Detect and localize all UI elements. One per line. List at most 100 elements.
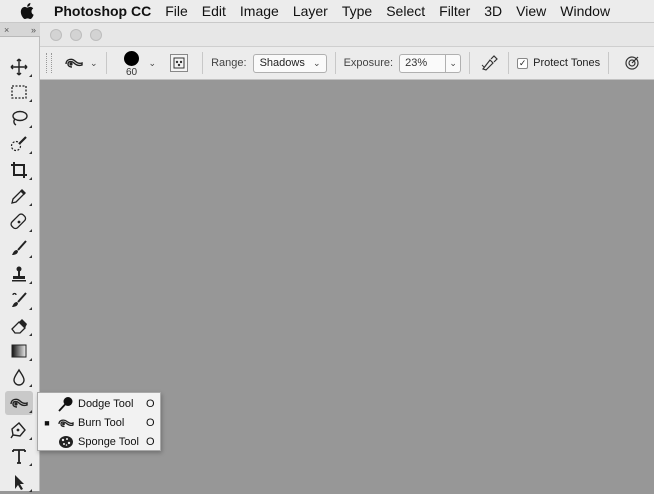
brush-tool[interactable] (5, 236, 33, 260)
blur-tool[interactable] (5, 365, 33, 389)
blur-icon (13, 368, 25, 386)
flyout-label: Sponge Tool (78, 435, 139, 448)
history-brush-icon (12, 292, 27, 307)
pressure-size-toggle[interactable] (621, 52, 643, 74)
history-brush-tool[interactable] (5, 288, 33, 312)
panel-collapse-button[interactable]: » (31, 25, 36, 35)
gradient-icon (11, 344, 27, 358)
menu-file[interactable]: File (165, 3, 202, 19)
tools-panel (0, 37, 40, 494)
document-titlebar (40, 23, 654, 47)
selected-bullet: ■ (44, 417, 50, 428)
brush-settings-panel-button[interactable] (170, 54, 189, 72)
eyedropper-icon (11, 189, 26, 204)
menu-layer[interactable]: Layer (293, 3, 342, 19)
divider (608, 52, 610, 74)
healing-brush-tool[interactable] (5, 210, 33, 234)
chevron-down-icon: ⌄ (90, 57, 98, 68)
apple-menu[interactable] (0, 0, 54, 22)
burn-tool-icon (58, 418, 74, 427)
burn-tool-icon (10, 398, 28, 408)
flyout-item-sponge-tool[interactable]: Sponge Tool O (38, 432, 160, 451)
apple-logo-icon (20, 3, 34, 19)
menu-filter[interactable]: Filter (439, 3, 484, 19)
crop-icon (11, 162, 27, 178)
divider (202, 52, 204, 74)
flyout-shortcut: O (146, 397, 155, 410)
flyout-shortcut: O (146, 416, 155, 429)
type-tool[interactable] (5, 444, 33, 468)
menu-image[interactable]: Image (240, 3, 293, 19)
brush-preset-picker[interactable]: 60 (119, 49, 145, 78)
airbrush-icon (481, 55, 498, 71)
chevron-down-icon: ⌄ (313, 57, 321, 68)
quick-selection-tool[interactable] (5, 132, 33, 156)
menu-edit[interactable]: Edit (202, 3, 240, 19)
move-tool[interactable] (5, 55, 33, 79)
pressure-target-icon (625, 56, 639, 70)
menu-window[interactable]: Window (560, 3, 624, 19)
window-minimize-button[interactable] (70, 28, 82, 41)
clone-stamp-tool[interactable] (5, 262, 33, 286)
sponge-tool-icon (59, 435, 73, 448)
options-bar: ⌄ 60 ⌄ Range: Shadows ⌄ Exposure: 23% ⌄ … (40, 47, 654, 80)
brush-tip-preview (124, 50, 140, 66)
protect-tones-checkbox[interactable]: ✓ Protect Tones (517, 57, 600, 69)
quick-selection-icon (10, 136, 27, 152)
menu-select[interactable]: Select (386, 3, 439, 19)
exposure-input[interactable]: 23% (399, 53, 446, 73)
divider (508, 52, 510, 74)
lasso-tool[interactable] (5, 106, 33, 130)
eraser-tool[interactable] (5, 314, 33, 338)
flyout-label: Dodge Tool (78, 397, 134, 410)
checkbox-box[interactable]: ✓ (517, 57, 529, 69)
options-bar-grip[interactable] (46, 53, 52, 73)
range-label: Range: (211, 57, 247, 69)
burn-tool[interactable] (5, 391, 33, 415)
toning-tools-flyout: Dodge Tool O ■ Burn Tool O Sponge Tool O (37, 392, 161, 451)
clone-stamp-icon (12, 266, 26, 282)
exposure-slider-button[interactable]: ⌄ (445, 53, 462, 73)
dodge-tool-icon (58, 396, 73, 412)
divider (334, 52, 336, 74)
healing-brush-icon (10, 213, 27, 230)
airbrush-toggle[interactable] (478, 52, 500, 74)
protect-tones-label: Protect Tones (533, 57, 601, 69)
brush-icon (12, 240, 27, 255)
pen-icon (10, 422, 26, 439)
crop-tool[interactable] (5, 158, 33, 182)
move-tool-icon (10, 58, 28, 76)
app-menu[interactable]: Photoshop CC (54, 3, 165, 19)
chevron-down-icon: ⌄ (449, 57, 457, 68)
chevron-down-icon[interactable]: ⌄ (149, 58, 157, 69)
path-selection-tool[interactable] (5, 470, 33, 494)
marquee-tool[interactable] (5, 80, 33, 104)
menu-bar: Photoshop CC File Edit Image Layer Type … (0, 0, 654, 23)
range-value: Shadows (259, 57, 305, 69)
brush-size-value: 60 (125, 66, 138, 78)
range-select[interactable]: Shadows ⌄ (252, 53, 327, 73)
divider (469, 52, 471, 74)
eraser-icon (11, 319, 27, 334)
window-close-button[interactable] (50, 28, 62, 41)
panel-close-button[interactable]: × (4, 25, 9, 35)
gradient-tool[interactable] (5, 339, 33, 363)
window-zoom-button[interactable] (90, 28, 102, 41)
pen-tool[interactable] (5, 418, 33, 442)
burn-tool-icon (65, 58, 83, 68)
type-icon (12, 449, 26, 464)
menu-3d[interactable]: 3D (484, 3, 516, 19)
tool-preset-picker[interactable]: ⌄ (64, 55, 98, 71)
flyout-item-burn-tool[interactable]: ■ Burn Tool O (38, 413, 160, 432)
flyout-item-dodge-tool[interactable]: Dodge Tool O (38, 394, 160, 413)
flyout-shortcut: O (146, 435, 155, 448)
eyedropper-tool[interactable] (5, 184, 33, 208)
exposure-label: Exposure: (343, 57, 394, 69)
brush-panel-icon (173, 57, 185, 69)
divider (105, 52, 107, 74)
menu-view[interactable]: View (516, 3, 560, 19)
lasso-icon (12, 110, 28, 126)
menu-type[interactable]: Type (342, 3, 386, 19)
path-selection-icon (15, 475, 24, 490)
toolbar-header: × » (0, 23, 40, 37)
